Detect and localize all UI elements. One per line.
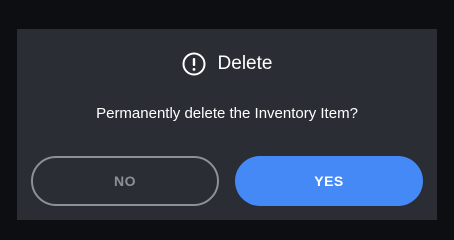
yes-button-label: YES xyxy=(314,173,344,189)
dialog-message: Permanently delete the Inventory Item? xyxy=(96,105,358,122)
no-button-label: NO xyxy=(114,173,136,189)
alert-circle-icon xyxy=(182,52,206,76)
delete-confirmation-dialog: Delete Permanently delete the Inventory … xyxy=(17,29,437,220)
dialog-title: Delete xyxy=(217,53,273,74)
yes-button[interactable]: YES xyxy=(235,156,423,206)
no-button[interactable]: NO xyxy=(31,156,219,206)
dialog-header: Delete xyxy=(17,51,437,77)
